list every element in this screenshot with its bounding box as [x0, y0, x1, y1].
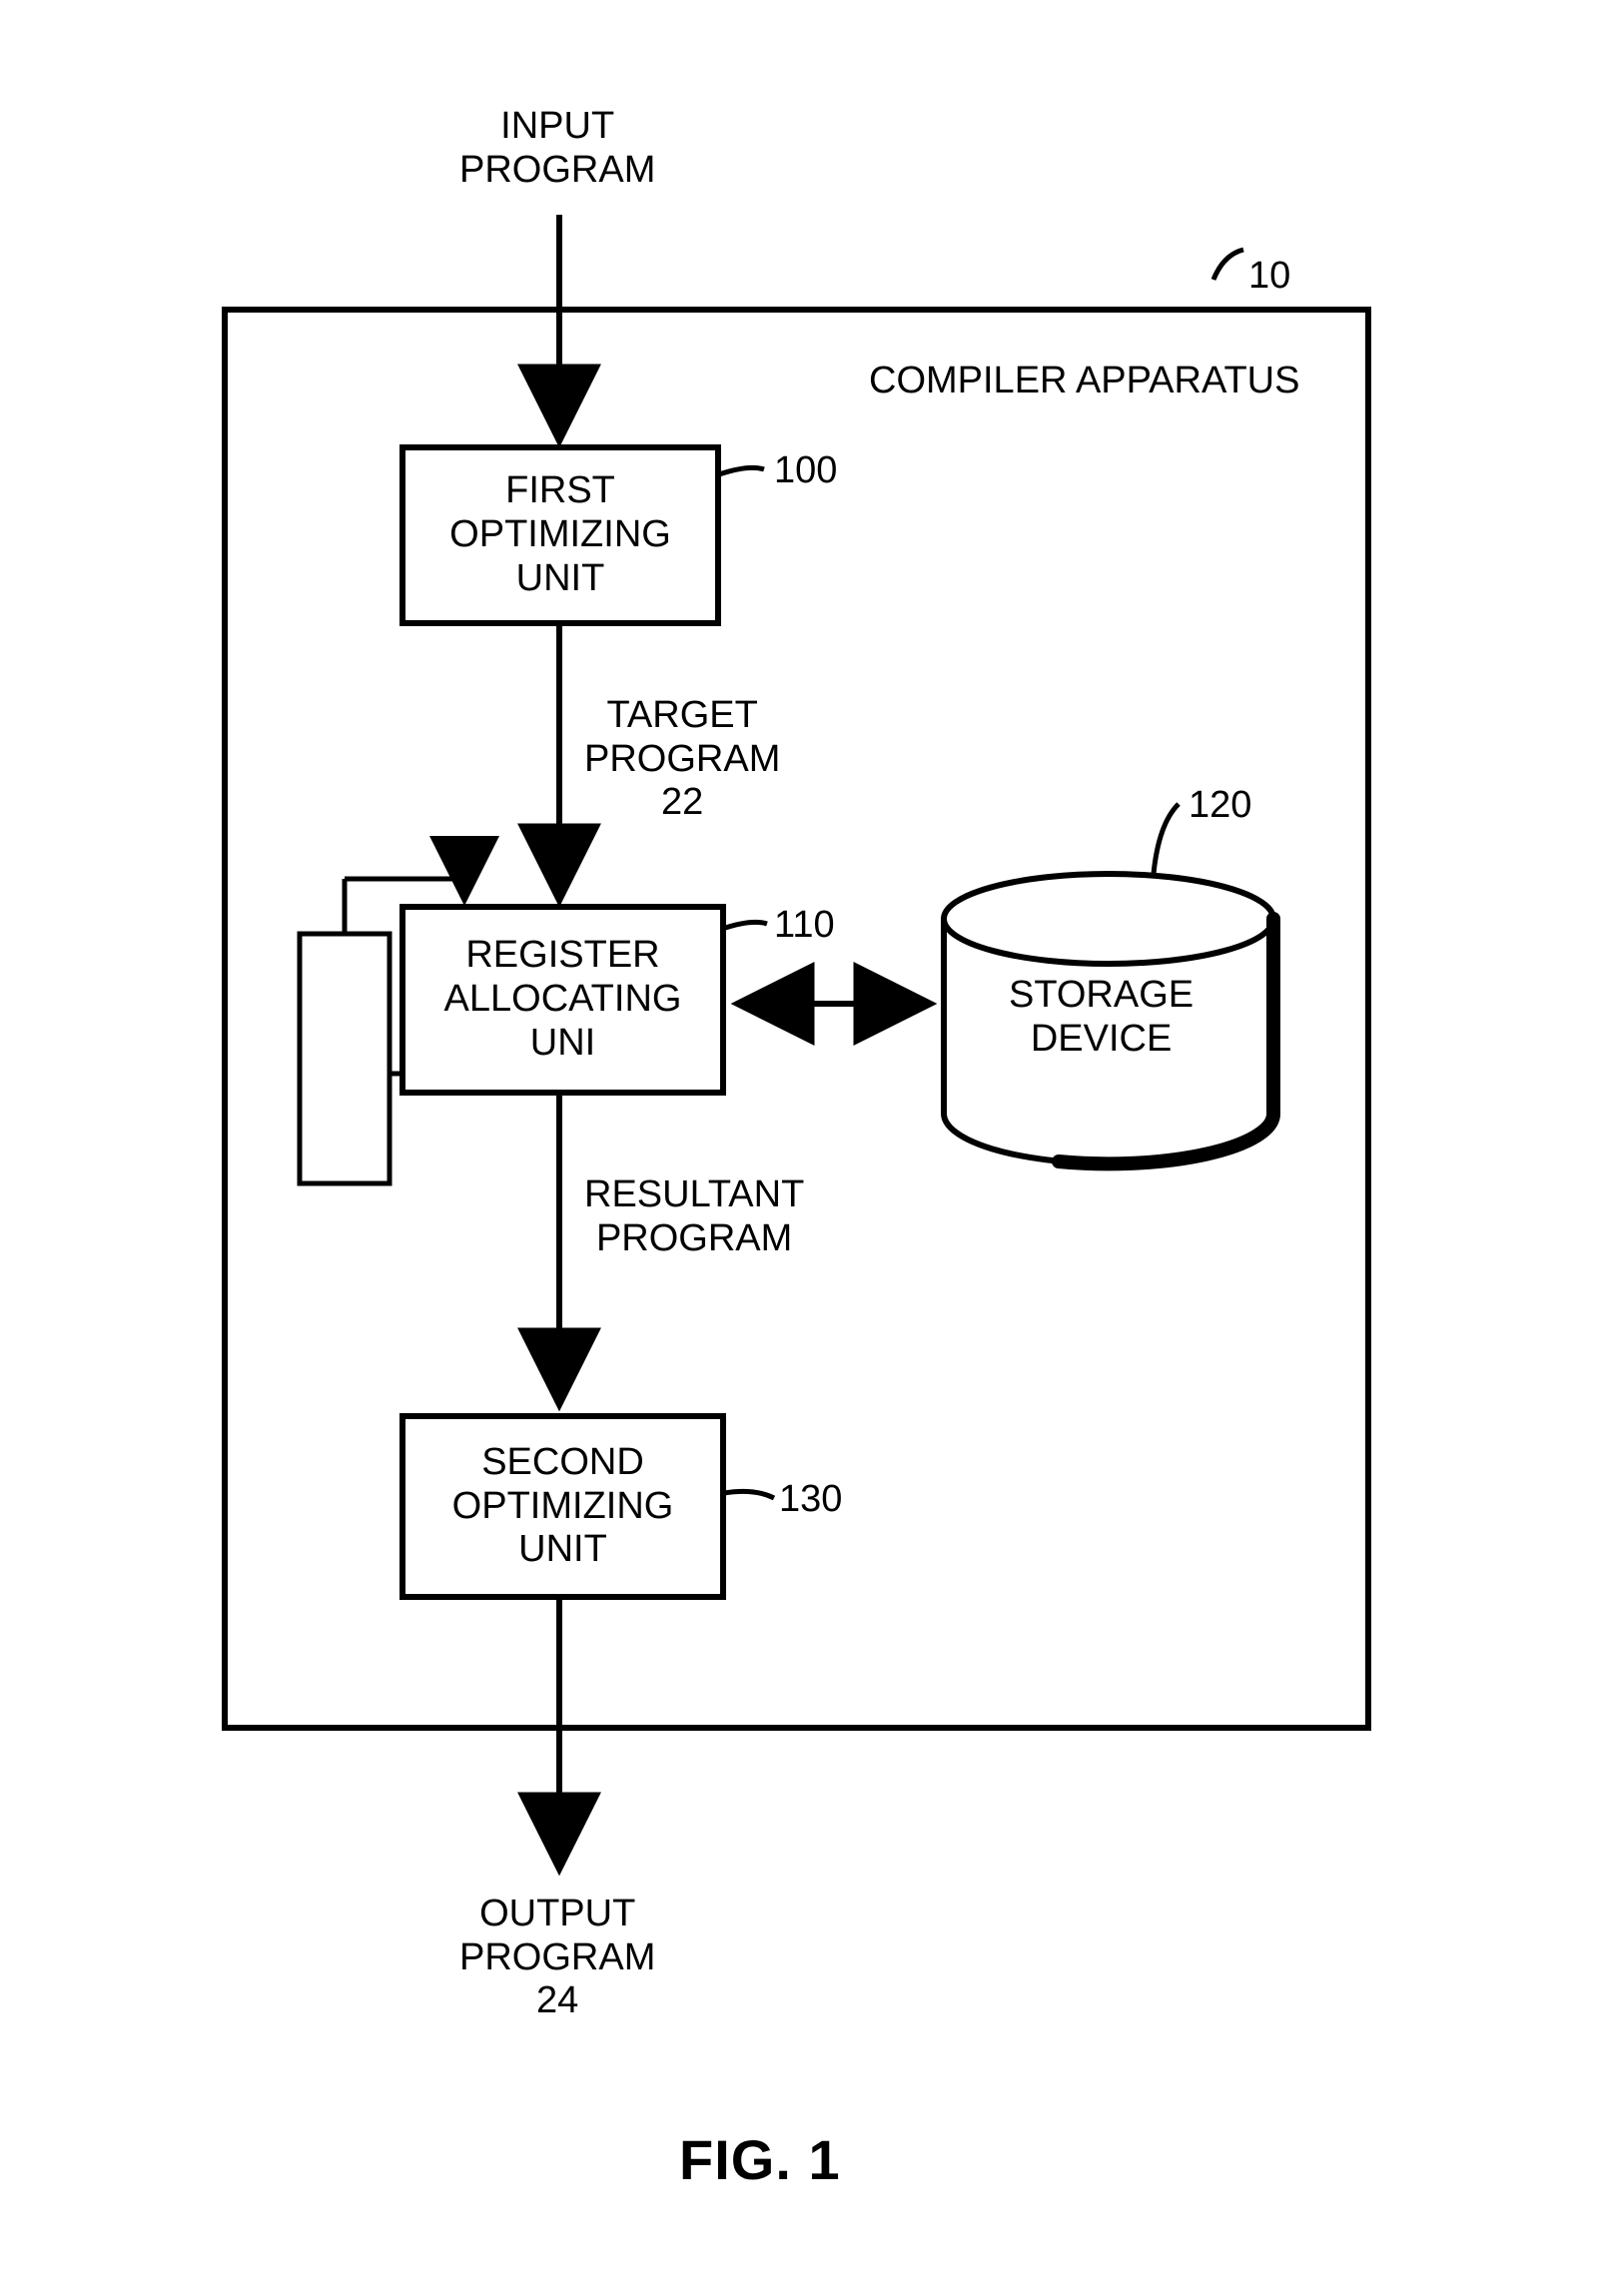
connectors-layer	[0, 0, 1597, 2296]
ref-120: 120	[1189, 784, 1251, 828]
storage-device-text: STORAGE DEVICE	[1009, 974, 1194, 1061]
figure-title: FIG. 1	[679, 2127, 841, 2192]
ref-110: 110	[774, 904, 835, 948]
register-allocating-unit-box: REGISTER ALLOCATING UNI	[399, 904, 726, 1096]
register-allocating-unit-text: REGISTER ALLOCATING UNI	[444, 934, 682, 1065]
ref-10: 10	[1248, 255, 1290, 299]
ref-100: 100	[774, 449, 837, 493]
target-program-label: TARGET PROGRAM 22	[584, 694, 780, 825]
second-optimizing-unit-text: SECOND OPTIMIZING UNIT	[452, 1441, 674, 1572]
diagram-canvas: INPUT PROGRAM 10 COMPILER APPARATUS FIRS…	[0, 0, 1597, 2296]
second-optimizing-unit-box: SECOND OPTIMIZING UNIT	[399, 1413, 726, 1600]
resultant-program-label: RESULTANT PROGRAM	[584, 1173, 804, 1260]
first-optimizing-unit-text: FIRST OPTIMIZING UNIT	[449, 469, 671, 600]
first-optimizing-unit-box: FIRST OPTIMIZING UNIT	[399, 444, 721, 626]
output-program-label: OUTPUT PROGRAM 24	[459, 1893, 655, 2023]
ref-130: 130	[779, 1478, 842, 1522]
input-program-label: INPUT PROGRAM	[459, 105, 655, 192]
compiler-apparatus-title: COMPILER APPARATUS	[869, 360, 1299, 403]
